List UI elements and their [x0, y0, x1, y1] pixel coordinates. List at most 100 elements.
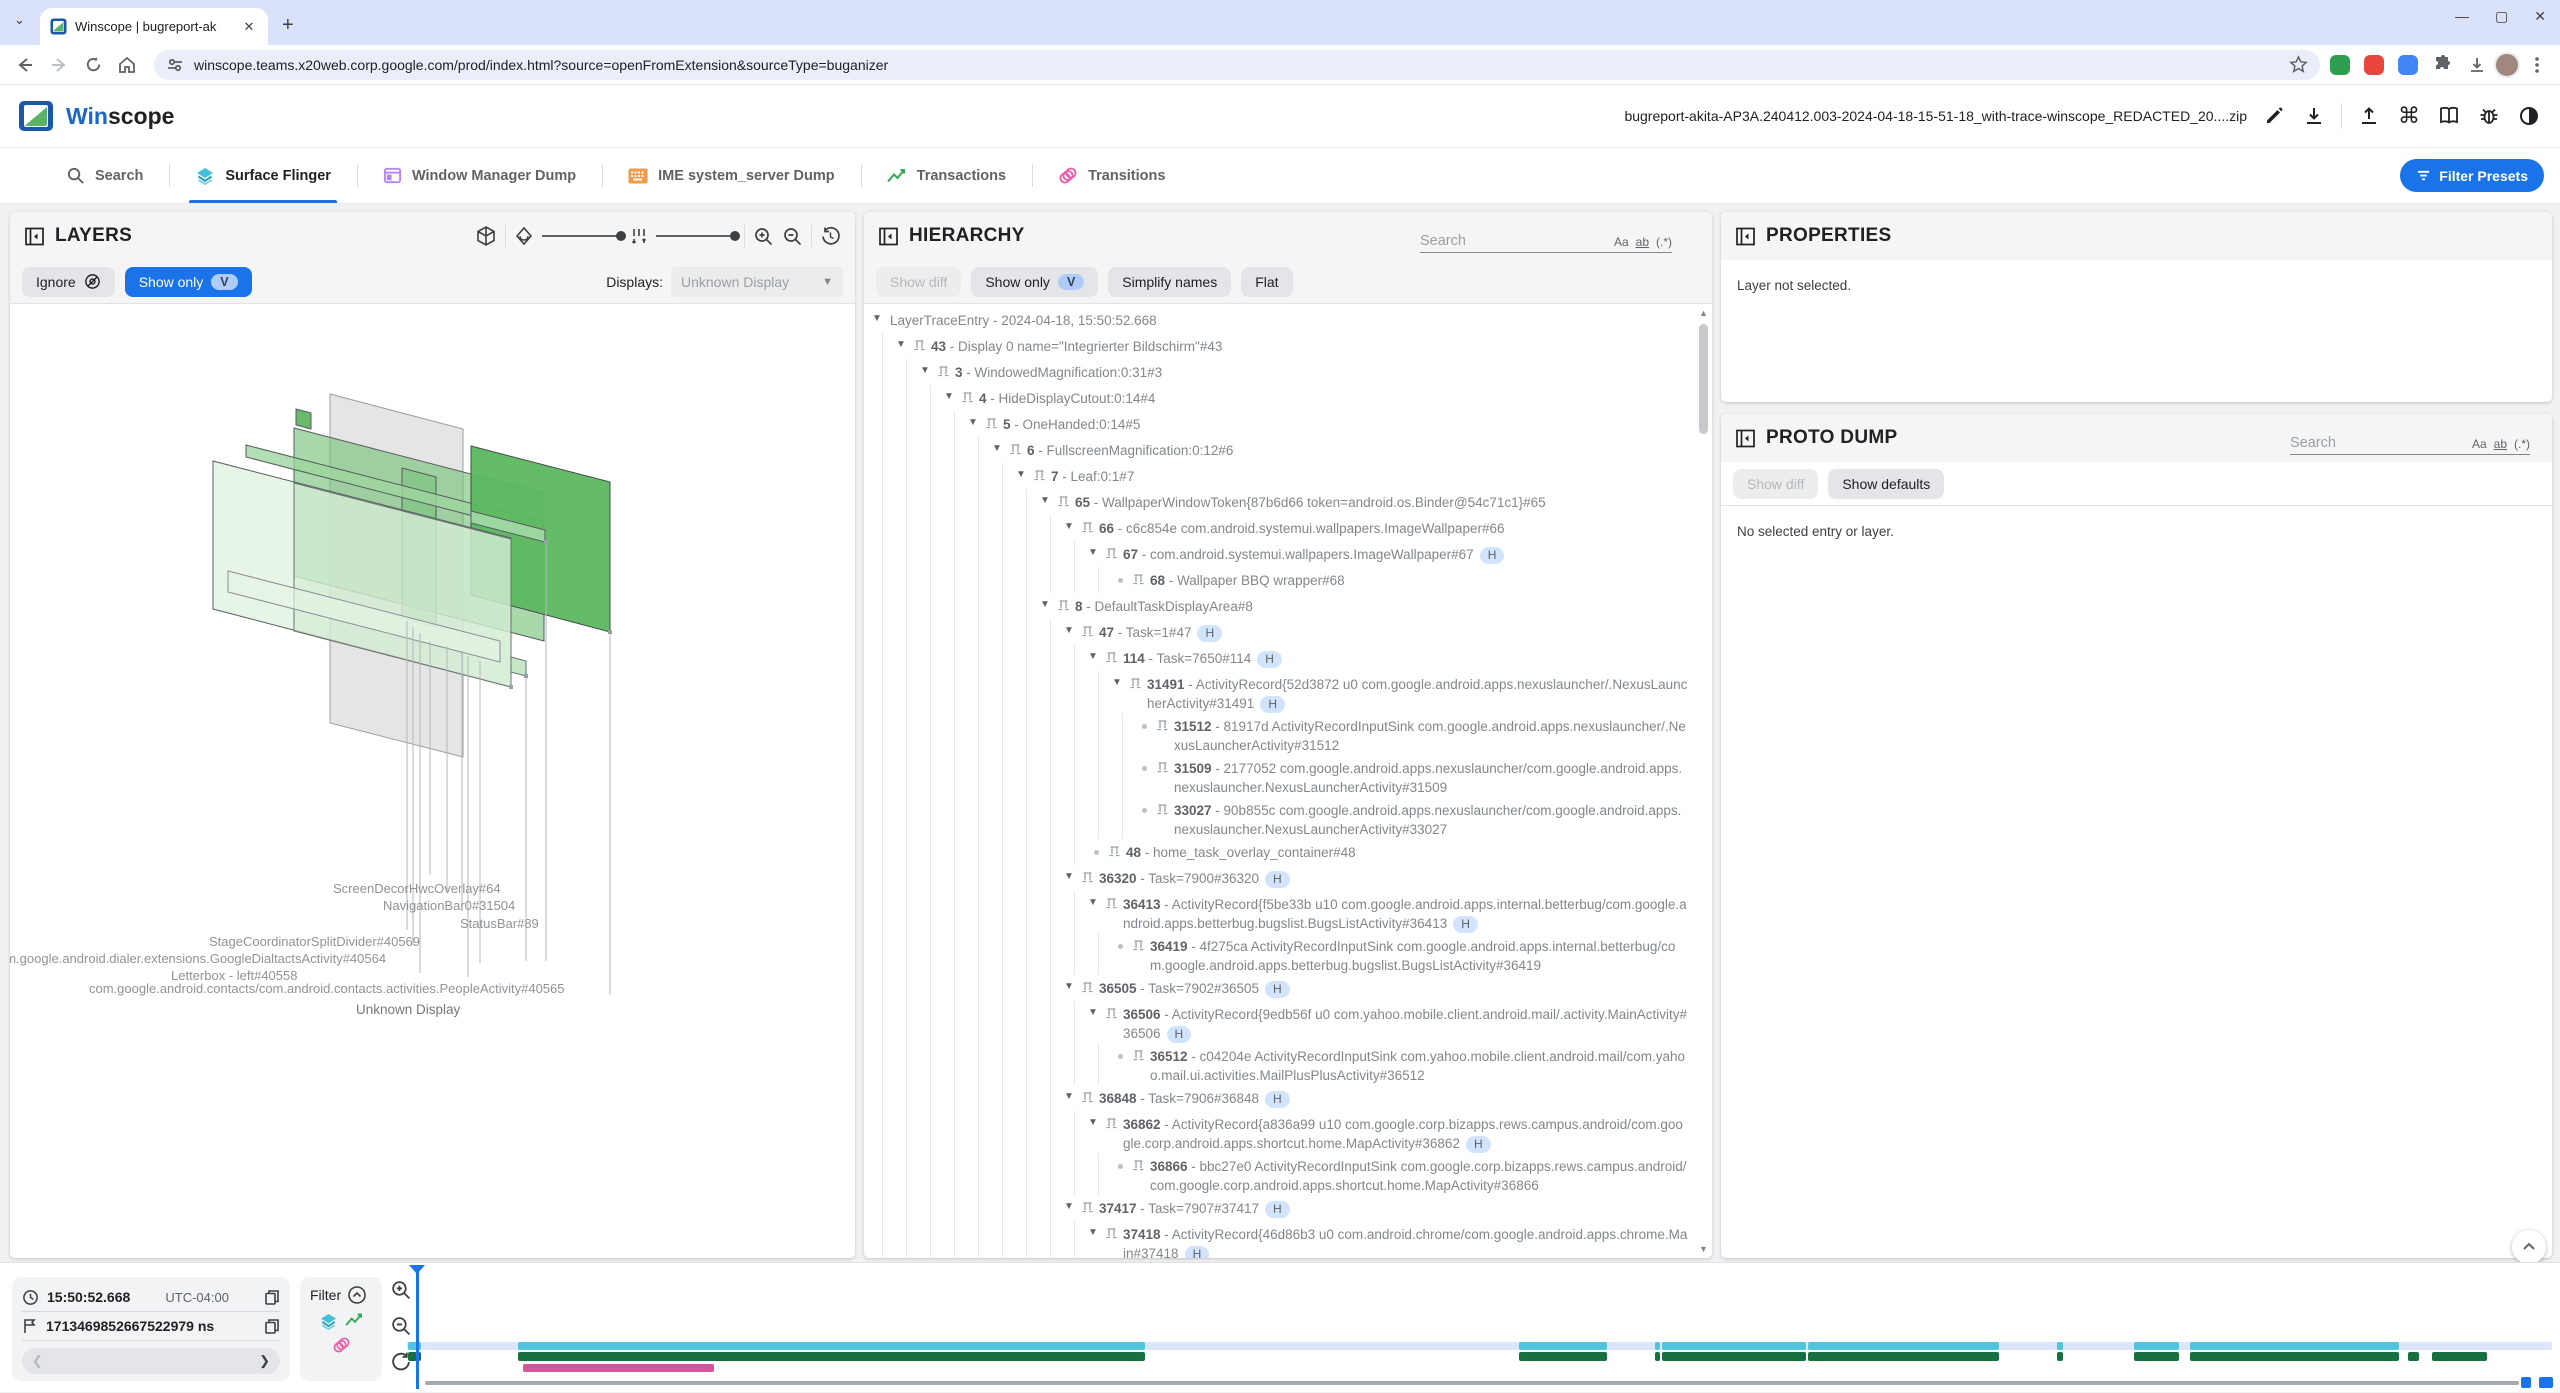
chip-show-diff[interactable]: Show diff: [876, 267, 961, 297]
pin-icon[interactable]: [1106, 898, 1117, 910]
downloads-icon[interactable]: [2460, 48, 2494, 82]
pin-icon[interactable]: [962, 392, 973, 404]
expand-caret-icon[interactable]: ▼: [944, 391, 962, 402]
bookmark-star-icon[interactable]: [2289, 55, 2308, 74]
pin-icon[interactable]: [1157, 804, 1168, 816]
chip-flat[interactable]: Flat: [1241, 267, 1292, 297]
tab-transitions[interactable]: Transitions: [1032, 148, 1191, 203]
trace-segment[interactable]: [1662, 1342, 1806, 1350]
shortcuts-icon[interactable]: ⌘: [2396, 103, 2422, 129]
tree-row-4[interactable]: ▼4 - HideDisplayCutout:0:14#4: [864, 385, 1696, 411]
previous-entry-button[interactable]: ❮: [32, 1353, 43, 1369]
tree-row-36848[interactable]: ▼36848 - Task=7906#36848H: [864, 1085, 1696, 1111]
tree-row-8[interactable]: ▼8 - DefaultTaskDisplayArea#8: [864, 593, 1696, 619]
extensions-puzzle-icon[interactable]: [2426, 48, 2460, 82]
tree-row-114[interactable]: ▼114 - Task=7650#114H: [864, 645, 1696, 671]
tree-row-36506[interactable]: ▼36506 - ActivityRecord{9edb56f u0 com.y…: [864, 1001, 1696, 1043]
tree-row-47[interactable]: ▼47 - Task=1#47H: [864, 619, 1696, 645]
expand-caret-icon[interactable]: ▼: [1040, 495, 1058, 506]
regex-icon[interactable]: (.*): [1656, 235, 1672, 249]
tree-row-43[interactable]: ▼43 - Display 0 name="Integrierter Bilds…: [864, 333, 1696, 359]
new-tab-button[interactable]: +: [282, 15, 294, 35]
timeline-tracks[interactable]: [407, 1263, 2560, 1393]
home-button[interactable]: [110, 48, 144, 82]
surface-flinger-track[interactable]: [407, 1342, 2552, 1350]
transactions-icon[interactable]: [345, 1313, 364, 1328]
copy-ns-icon[interactable]: [264, 1318, 280, 1335]
pin-icon[interactable]: [1082, 982, 1093, 994]
expand-caret-icon[interactable]: ▼: [896, 339, 914, 350]
pin-icon[interactable]: [1133, 1160, 1144, 1172]
browser-menu-icon[interactable]: [2520, 48, 2554, 82]
pin-icon[interactable]: [1133, 574, 1144, 586]
tree-row-36512[interactable]: 36512 - c04204e ActivityRecordInputSink …: [864, 1043, 1696, 1085]
trace-segment[interactable]: [2190, 1352, 2399, 1361]
hierarchy-scrollbar[interactable]: ▲ ▼: [1696, 306, 1711, 1257]
extension-icon[interactable]: [2364, 55, 2384, 75]
timeline-cursor-handle[interactable]: [409, 1265, 425, 1274]
zoom-out-icon[interactable]: [782, 226, 803, 247]
pin-icon[interactable]: [1082, 1092, 1093, 1104]
chevron-down-icon[interactable]: ⌄: [14, 12, 25, 28]
tree-row-36320[interactable]: ▼36320 - Task=7900#36320H: [864, 865, 1696, 891]
tree-row-31509[interactable]: 31509 - 2177052 com.google.android.apps.…: [864, 755, 1696, 797]
expand-caret-icon[interactable]: ▼: [968, 417, 986, 428]
tree-row-48[interactable]: 48 - home_task_overlay_container#48: [864, 839, 1696, 865]
scrollbar-thumb[interactable]: [1699, 324, 1708, 434]
trace-segment[interactable]: [2408, 1352, 2419, 1361]
expand-caret-icon[interactable]: ▼: [1064, 625, 1082, 636]
transitions-track[interactable]: [407, 1364, 2552, 1372]
pin-icon[interactable]: [1109, 846, 1120, 858]
tab-window-manager-dump[interactable]: Window Manager Dump: [357, 148, 602, 203]
rotation-slider[interactable]: [542, 235, 622, 237]
tree-row-5[interactable]: ▼5 - OneHanded:0:14#5: [864, 411, 1696, 437]
tab-close-icon[interactable]: ✕: [240, 18, 258, 36]
view-3d-cube-icon[interactable]: [475, 225, 497, 247]
proto-dump-search-input[interactable]: Search Aa ab (.*): [2290, 421, 2530, 455]
reload-button[interactable]: [76, 48, 110, 82]
tree-row-36419[interactable]: 36419 - 4f275ca ActivityRecordInputSink …: [864, 933, 1696, 975]
pin-icon[interactable]: [1106, 1118, 1117, 1130]
scroll-up-icon[interactable]: ▲: [1696, 306, 1711, 321]
report-bug-icon[interactable]: [2476, 103, 2502, 129]
documentation-book-icon[interactable]: [2436, 103, 2462, 129]
extension-icon[interactable]: [2398, 55, 2418, 75]
tab-search[interactable]: Search: [40, 148, 169, 203]
tab-surface-flinger[interactable]: Surface Flinger: [169, 148, 357, 203]
browser-tab[interactable]: Winscope | bugreport-ak ✕: [40, 8, 268, 45]
panel-dock-icon[interactable]: [24, 226, 45, 247]
ignore-chip[interactable]: Ignore: [22, 267, 115, 297]
pin-icon[interactable]: [1082, 1202, 1093, 1214]
expand-caret-icon[interactable]: ▼: [920, 365, 938, 376]
url-omnibox[interactable]: winscope.teams.x20web.corp.google.com/pr…: [154, 50, 2320, 80]
trace-segment[interactable]: [1808, 1342, 1999, 1350]
tree-row-root[interactable]: ▼LayerTraceEntry - 2024-04-18, 15:50:52.…: [864, 307, 1696, 333]
trace-segment[interactable]: [523, 1364, 714, 1372]
trace-segment[interactable]: [518, 1352, 1145, 1361]
edit-pencil-icon[interactable]: [2261, 103, 2287, 129]
pin-icon[interactable]: [1082, 872, 1093, 884]
tree-row-36862[interactable]: ▼36862 - ActivityRecord{a836a99 u10 com.…: [864, 1111, 1696, 1153]
layers-3d-canvas[interactable]: ScreenDecorHwcOverlay#64NavigationBar0#3…: [10, 305, 855, 1258]
spacing-slider[interactable]: [656, 235, 736, 237]
tab-ime-system-server-dump[interactable]: IME system_server Dump: [602, 148, 861, 203]
trace-segment[interactable]: [2134, 1352, 2179, 1361]
expand-caret-icon[interactable]: ▼: [1064, 1091, 1082, 1102]
match-word-icon[interactable]: ab: [1636, 235, 1649, 249]
tree-row-6[interactable]: ▼6 - FullscreenMagnification:0:12#6: [864, 437, 1696, 463]
collapse-panel-button[interactable]: [2512, 1230, 2546, 1264]
download-trace-icon[interactable]: [2301, 103, 2327, 129]
hierarchy-search-input[interactable]: Search Aa ab (.*): [1420, 219, 1672, 253]
match-word-icon[interactable]: ab: [2494, 437, 2507, 451]
extension-icon[interactable]: [2330, 55, 2350, 75]
pin-icon[interactable]: [1034, 470, 1045, 482]
trace-segment[interactable]: [1655, 1342, 1660, 1350]
chip-show-diff[interactable]: Show diff: [1733, 469, 1818, 499]
pin-icon[interactable]: [914, 340, 925, 352]
tree-row-36866[interactable]: 36866 - bbc27e0 ActivityRecordInputSink …: [864, 1153, 1696, 1195]
pin-icon[interactable]: [1010, 444, 1021, 456]
tree-row-37417[interactable]: ▼37417 - Task=7907#37417H: [864, 1195, 1696, 1221]
transactions-track[interactable]: [407, 1352, 2552, 1361]
trace-segment[interactable]: [2057, 1342, 2063, 1350]
expand-caret-icon[interactable]: ▼: [1088, 1117, 1106, 1128]
